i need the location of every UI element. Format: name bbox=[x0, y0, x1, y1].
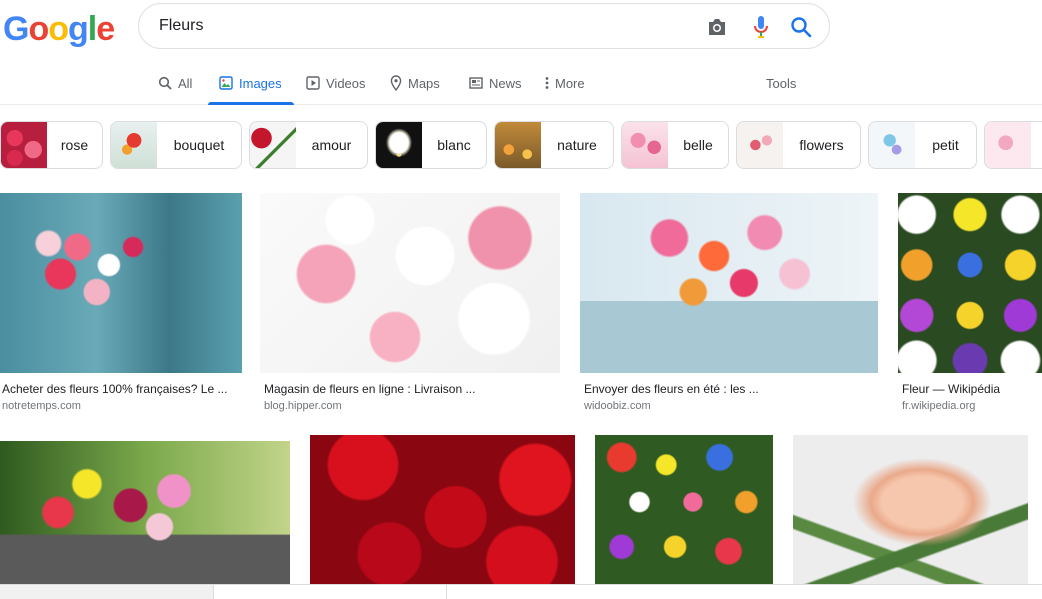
chip-label: rose bbox=[60, 137, 89, 153]
tab-news[interactable]: News bbox=[469, 62, 522, 104]
image-result[interactable]: Fleur — Wikipédia fr.wikipedia.org bbox=[898, 193, 1042, 418]
chip-label: bouquet bbox=[173, 137, 225, 153]
logo-letter: e bbox=[96, 10, 115, 48]
chip-more[interactable] bbox=[984, 121, 1042, 169]
chip-thumbnail bbox=[737, 122, 783, 168]
chip-label: petit bbox=[932, 137, 959, 153]
result-title: Envoyer des fleurs en été : les ... bbox=[584, 382, 759, 396]
tab-label: Images bbox=[239, 75, 282, 91]
image-result[interactable] bbox=[310, 435, 575, 584]
bottom-bar bbox=[0, 584, 1042, 599]
microphone-icon[interactable] bbox=[749, 15, 773, 39]
result-thumbnail bbox=[260, 193, 560, 373]
search-icon bbox=[158, 76, 172, 90]
logo-letter: o bbox=[28, 10, 49, 48]
result-source: fr.wikipedia.org bbox=[902, 400, 976, 412]
camera-icon[interactable] bbox=[705, 15, 729, 39]
result-thumbnail bbox=[0, 193, 242, 373]
result-title: Acheter des fleurs 100% françaises? Le .… bbox=[2, 382, 228, 396]
chip-thumbnail bbox=[250, 122, 296, 168]
chip-thumbnail bbox=[495, 122, 541, 168]
image-result[interactable]: Acheter des fleurs 100% françaises? Le .… bbox=[0, 193, 242, 418]
image-result[interactable]: Magasin de fleurs en ligne : Livraison .… bbox=[260, 193, 560, 418]
map-pin-icon bbox=[390, 75, 402, 91]
search-box[interactable]: Fleurs bbox=[138, 3, 830, 49]
tools-button[interactable]: Tools bbox=[766, 62, 796, 104]
result-thumbnail bbox=[595, 435, 773, 584]
chip-bouquet[interactable]: bouquet bbox=[110, 121, 242, 169]
result-thumbnail bbox=[793, 435, 1028, 584]
image-icon bbox=[219, 76, 233, 90]
chip-label: belle bbox=[683, 137, 713, 153]
result-title: Fleur — Wikipédia bbox=[902, 382, 1001, 396]
result-title: Magasin de fleurs en ligne : Livraison .… bbox=[264, 382, 476, 396]
search-icon[interactable] bbox=[789, 15, 813, 39]
tab-videos[interactable]: Videos bbox=[306, 62, 366, 104]
tab-label: More bbox=[555, 75, 585, 91]
chip-label: flowers bbox=[799, 137, 844, 153]
tab-more[interactable]: More bbox=[545, 62, 585, 104]
result-thumbnail bbox=[898, 193, 1042, 373]
search-tabs: All Images Videos Maps News More Tools bbox=[0, 62, 1042, 105]
tab-label: All bbox=[178, 75, 193, 91]
result-thumbnail bbox=[310, 435, 575, 584]
more-vertical-icon bbox=[545, 76, 549, 90]
image-result[interactable] bbox=[793, 435, 1028, 584]
chip-blanc[interactable]: blanc bbox=[375, 121, 487, 169]
tab-label: Videos bbox=[326, 75, 366, 91]
chip-label: amour bbox=[311, 137, 352, 153]
chip-petit[interactable]: petit bbox=[868, 121, 977, 169]
result-source: widoobiz.com bbox=[584, 400, 651, 412]
chip-nature[interactable]: nature bbox=[494, 121, 614, 169]
logo-letter: g bbox=[68, 10, 89, 48]
result-thumbnail bbox=[0, 441, 290, 584]
google-logo[interactable]: Google bbox=[3, 10, 115, 49]
chip-thumbnail bbox=[622, 122, 668, 168]
bottom-bar-divider bbox=[446, 585, 447, 599]
chip-thumbnail bbox=[1, 122, 47, 168]
image-result[interactable]: Envoyer des fleurs en été : les ... wido… bbox=[580, 193, 878, 418]
result-source: notretemps.com bbox=[2, 400, 81, 412]
tab-label: News bbox=[489, 75, 522, 91]
chip-label: nature bbox=[557, 137, 597, 153]
chip-belle[interactable]: belle bbox=[621, 121, 729, 169]
chip-amour[interactable]: amour bbox=[249, 121, 368, 169]
tab-label: Maps bbox=[408, 75, 440, 91]
chip-rose[interactable]: rose bbox=[0, 121, 103, 169]
tab-all[interactable]: All bbox=[158, 62, 192, 104]
image-result[interactable] bbox=[595, 435, 773, 584]
tools-label: Tools bbox=[766, 75, 797, 91]
related-search-chips: rose bouquet amour blanc nature belle fl… bbox=[0, 121, 1042, 169]
logo-letter: o bbox=[48, 10, 69, 48]
image-result[interactable] bbox=[0, 441, 290, 584]
chip-thumbnail bbox=[869, 122, 915, 168]
play-icon bbox=[306, 76, 320, 90]
bottom-bar-segment bbox=[0, 585, 214, 599]
newspaper-icon bbox=[469, 77, 483, 89]
chip-flowers[interactable]: flowers bbox=[736, 121, 861, 169]
result-source: blog.hipper.com bbox=[264, 400, 342, 412]
tab-maps[interactable]: Maps bbox=[390, 62, 440, 104]
chip-label: blanc bbox=[437, 137, 471, 153]
result-thumbnail bbox=[580, 193, 878, 373]
logo-letter: G bbox=[3, 10, 29, 48]
chip-thumbnail bbox=[376, 122, 422, 168]
chip-thumbnail bbox=[985, 122, 1031, 168]
logo-letter: l bbox=[87, 10, 98, 48]
search-input[interactable]: Fleurs bbox=[159, 17, 203, 35]
chip-thumbnail bbox=[111, 122, 157, 168]
tab-images[interactable]: Images bbox=[208, 62, 294, 105]
